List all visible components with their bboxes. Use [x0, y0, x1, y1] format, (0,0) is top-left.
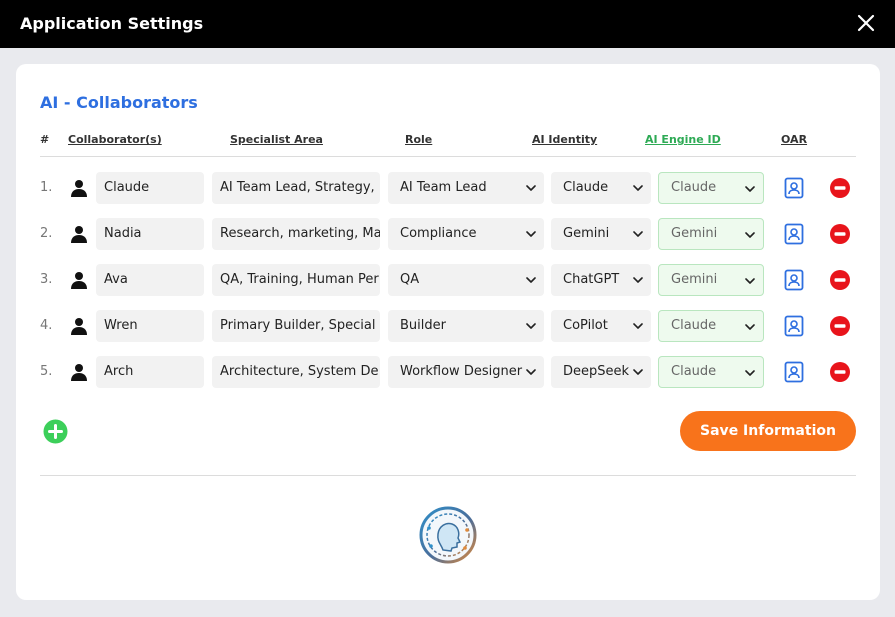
collaborator-name-input[interactable]: Wren [96, 310, 204, 342]
header-role[interactable]: Role [405, 133, 432, 146]
specialist-area-input[interactable]: AI Team Lead, Strategy, [212, 172, 380, 204]
ai-engine-value: Gemini [671, 226, 718, 241]
row-number: 1. [40, 180, 53, 195]
section-title: AI - Collaborators [40, 93, 198, 112]
window-title: Application Settings [20, 14, 204, 33]
collaborator-row: 4. Wren Primary Builder, Special Builder CoP… [16, 309, 880, 343]
ai-identity-select[interactable]: ChatGPT [551, 264, 651, 296]
oar-id-badge-icon[interactable] [784, 361, 804, 383]
ai-identity-value: CoPilot [563, 318, 608, 333]
chevron-down-icon [633, 277, 643, 283]
role-select[interactable]: QA [388, 264, 544, 296]
close-icon[interactable] [857, 14, 875, 32]
collaborator-row: 1. Claude AI Team Lead, Strategy, AI Team L… [16, 171, 880, 205]
specialist-area-input[interactable]: Research, marketing, Ma [212, 218, 380, 250]
chevron-down-icon [745, 324, 755, 330]
chevron-down-icon [745, 278, 755, 284]
person-icon [71, 318, 87, 335]
save-information-button[interactable]: Save Information [680, 411, 856, 451]
specialist-area-input[interactable]: QA, Training, Human Per [212, 264, 380, 296]
collaborator-row: 2. Nadia Research, marketing, Ma Compliance… [16, 217, 880, 251]
person-icon [71, 364, 87, 381]
footer-divider [40, 475, 856, 476]
person-icon [71, 272, 87, 289]
settings-card: AI - Collaborators # Collaborator(s) Spe… [16, 64, 880, 600]
chevron-down-icon [526, 369, 536, 375]
specialist-area-input[interactable]: Primary Builder, Special [212, 310, 380, 342]
role-select[interactable]: AI Team Lead [388, 172, 544, 204]
add-collaborator-button[interactable] [43, 419, 68, 444]
oar-id-badge-icon[interactable] [784, 223, 804, 245]
header-specialist-area[interactable]: Specialist Area [230, 133, 323, 146]
ai-engine-value: Claude [671, 318, 717, 333]
oar-id-badge-icon[interactable] [784, 177, 804, 199]
ai-identity-select[interactable]: DeepSeek [551, 356, 651, 388]
ai-head-logo [419, 506, 477, 564]
chevron-down-icon [526, 231, 536, 237]
ai-identity-select[interactable]: Gemini [551, 218, 651, 250]
collaborator-row: 5. Arch Architecture, System De Workflow De… [16, 355, 880, 389]
header-divider [40, 156, 856, 157]
specialist-area-input[interactable]: Architecture, System De [212, 356, 380, 388]
role-value: Workflow Designer [400, 364, 523, 379]
header-ai-identity[interactable]: AI Identity [532, 133, 597, 146]
chevron-down-icon [526, 185, 536, 191]
header-ai-engine-id[interactable]: AI Engine ID [645, 133, 721, 146]
ai-identity-value: DeepSeek [563, 364, 630, 379]
row-number: 5. [40, 364, 53, 379]
row-number: 4. [40, 318, 53, 333]
row-number: 2. [40, 226, 53, 241]
collaborator-row: 3. Ava QA, Training, Human Per QA ChatGPT Gem… [16, 263, 880, 297]
chevron-down-icon [633, 231, 643, 237]
role-select[interactable]: Builder [388, 310, 544, 342]
ai-identity-select[interactable]: Claude [551, 172, 651, 204]
header-oar[interactable]: OAR [781, 133, 807, 146]
ai-engine-value: Gemini [671, 272, 718, 287]
ai-engine-select[interactable]: Claude [658, 172, 764, 204]
role-value: AI Team Lead [400, 180, 487, 195]
header-collaborator[interactable]: Collaborator(s) [68, 133, 162, 146]
collaborator-name-input[interactable]: Arch [96, 356, 204, 388]
ai-identity-select[interactable]: CoPilot [551, 310, 651, 342]
chevron-down-icon [745, 186, 755, 192]
person-icon [71, 180, 87, 197]
remove-collaborator-button[interactable] [830, 362, 850, 382]
chevron-down-icon [633, 323, 643, 329]
role-select[interactable]: Compliance [388, 218, 544, 250]
collaborator-name-input[interactable]: Claude [96, 172, 204, 204]
role-select[interactable]: Workflow Designer [388, 356, 544, 388]
remove-collaborator-button[interactable] [830, 316, 850, 336]
ai-engine-select[interactable]: Claude [658, 356, 764, 388]
remove-collaborator-button[interactable] [830, 224, 850, 244]
ai-engine-value: Claude [671, 180, 717, 195]
remove-collaborator-button[interactable] [830, 178, 850, 198]
chevron-down-icon [745, 370, 755, 376]
collaborator-name-input[interactable]: Nadia [96, 218, 204, 250]
role-value: QA [400, 272, 420, 287]
ai-engine-value: Claude [671, 364, 717, 379]
chevron-down-icon [745, 232, 755, 238]
ai-identity-value: Gemini [563, 226, 610, 241]
ai-identity-value: Claude [563, 180, 609, 195]
chevron-down-icon [526, 277, 536, 283]
chevron-down-icon [633, 369, 643, 375]
role-value: Builder [400, 318, 446, 333]
chevron-down-icon [633, 185, 643, 191]
collaborator-name-input[interactable]: Ava [96, 264, 204, 296]
ai-engine-select[interactable]: Gemini [658, 264, 764, 296]
header-number: # [40, 133, 50, 146]
role-value: Compliance [400, 226, 477, 241]
chevron-down-icon [526, 323, 536, 329]
oar-id-badge-icon[interactable] [784, 269, 804, 291]
ai-engine-select[interactable]: Gemini [658, 218, 764, 250]
title-bar: Application Settings [0, 0, 895, 48]
ai-engine-select[interactable]: Claude [658, 310, 764, 342]
row-number: 3. [40, 272, 53, 287]
remove-collaborator-button[interactable] [830, 270, 850, 290]
ai-identity-value: ChatGPT [563, 272, 620, 287]
person-icon [71, 226, 87, 243]
oar-id-badge-icon[interactable] [784, 315, 804, 337]
